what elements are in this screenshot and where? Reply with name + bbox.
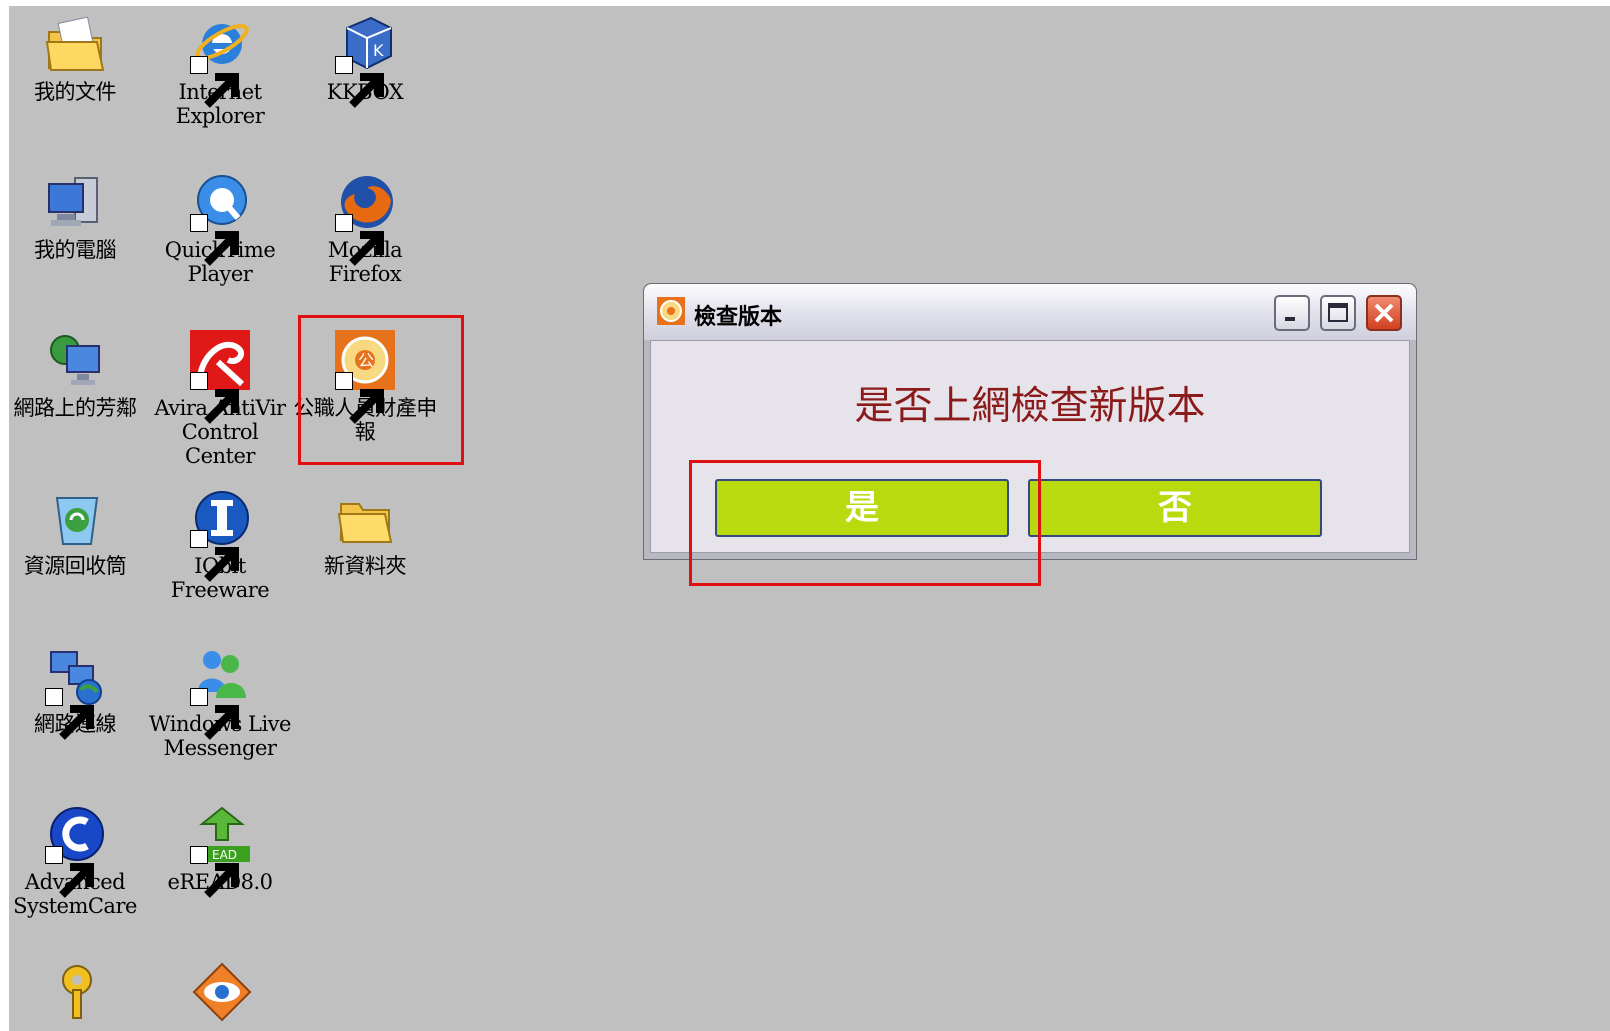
desktop-icon-recycle-bin[interactable]: 資源回收筒 — [9, 486, 150, 578]
advanced-systemcare-icon — [43, 802, 107, 898]
minimize-button[interactable] — [1274, 295, 1310, 331]
shortcut-arrow-icon — [335, 56, 384, 108]
shortcut-arrow-icon — [335, 214, 384, 266]
shortcut-arrow-icon — [190, 372, 239, 424]
check-version-dialog: 檢查版本 是否上網檢查新版本 是 否 — [643, 283, 1417, 560]
firefox-icon — [333, 170, 397, 266]
desktop-icon-network-places[interactable]: 網路上的芳鄰 — [9, 328, 150, 420]
svg-text:公: 公 — [358, 351, 374, 370]
yes-button[interactable]: 是 — [715, 479, 1009, 537]
desktop-icon-label: 新資料夾 — [324, 554, 407, 578]
recycle-bin-icon — [43, 486, 107, 550]
my-computer-icon — [43, 170, 107, 234]
close-button[interactable] — [1366, 295, 1402, 331]
desktop-icon-image-viewer[interactable] — [145, 960, 295, 1024]
kkbox-icon: K — [333, 12, 397, 108]
desktop-icon-label: 資源回收筒 — [23, 554, 127, 578]
dialog-titlebar[interactable]: 檢查版本 — [644, 284, 1416, 340]
dialog-title: 檢查版本 — [694, 305, 783, 330]
shortcut-arrow-icon — [45, 846, 94, 898]
iobit-icon — [188, 486, 252, 582]
maximize-button[interactable] — [1320, 295, 1356, 331]
desktop-icon-quicktime[interactable]: QuickTime Player — [145, 170, 295, 286]
close-icon — [1374, 303, 1394, 323]
desktop-icon-label: 我的電腦 — [34, 238, 117, 262]
shortcut-arrow-icon — [190, 214, 239, 266]
my-documents-icon — [43, 12, 107, 76]
shortcut-arrow-icon — [190, 846, 239, 898]
quicktime-icon — [188, 170, 252, 266]
shortcut-arrow-icon — [335, 372, 384, 424]
messenger-icon — [188, 644, 252, 740]
desktop-icon-property-declaration[interactable]: 公 公職人員財產申報 — [290, 328, 440, 444]
desktop-icon-advanced-systemcare[interactable]: Advanced SystemCare — [9, 802, 150, 918]
desktop-icon-eread[interactable]: EAD eREAD8.0 — [145, 802, 295, 898]
shortcut-arrow-icon — [190, 530, 239, 582]
maximize-icon — [1328, 303, 1348, 322]
desktop-icon-internet-explorer[interactable]: Internet Explorer — [145, 12, 295, 128]
desktop-icon-label: 我的文件 — [34, 80, 117, 104]
desktop-icon-messenger[interactable]: Windows Live Messenger — [145, 644, 295, 760]
property-declaration-icon: 公 — [333, 328, 397, 424]
network-places-icon — [43, 328, 107, 392]
desktop-icon-my-documents[interactable]: 我的文件 — [9, 12, 150, 104]
desktop-icon-kkbox[interactable]: K KKBOX — [290, 12, 440, 108]
desktop-icon-new-folder[interactable]: 新資料夾 — [290, 486, 440, 578]
avira-icon — [188, 328, 252, 424]
app-icon — [656, 296, 686, 326]
desktop-icon-avira[interactable]: Avira AntiVir Control Center — [145, 328, 295, 468]
desktop-icon-key-utility[interactable] — [9, 960, 150, 1024]
eread-icon: EAD — [188, 802, 252, 898]
desktop-icon-iobit[interactable]: IObit Freeware — [145, 486, 295, 602]
desktop-icon-label: 網路上的芳鄰 — [13, 396, 138, 420]
internet-explorer-icon — [188, 12, 252, 108]
desktop-icon-network-connections[interactable]: 網路連線 — [9, 644, 150, 740]
shortcut-arrow-icon — [190, 56, 239, 108]
desktop-icon-my-computer[interactable]: 我的電腦 — [9, 170, 150, 262]
network-connections-icon — [43, 644, 107, 740]
minimize-icon — [1285, 317, 1295, 321]
shortcut-arrow-icon — [45, 688, 94, 740]
dialog-body: 是否上網檢查新版本 是 否 — [650, 340, 1410, 553]
desktop-icon-firefox[interactable]: Mozilla Firefox — [290, 170, 440, 286]
shortcut-arrow-icon — [190, 688, 239, 740]
dialog-message: 是否上網檢查新版本 — [854, 384, 1206, 429]
key-icon — [43, 960, 107, 1024]
eye-icon — [188, 960, 252, 1024]
folder-icon — [333, 486, 397, 550]
no-button[interactable]: 否 — [1028, 479, 1322, 537]
